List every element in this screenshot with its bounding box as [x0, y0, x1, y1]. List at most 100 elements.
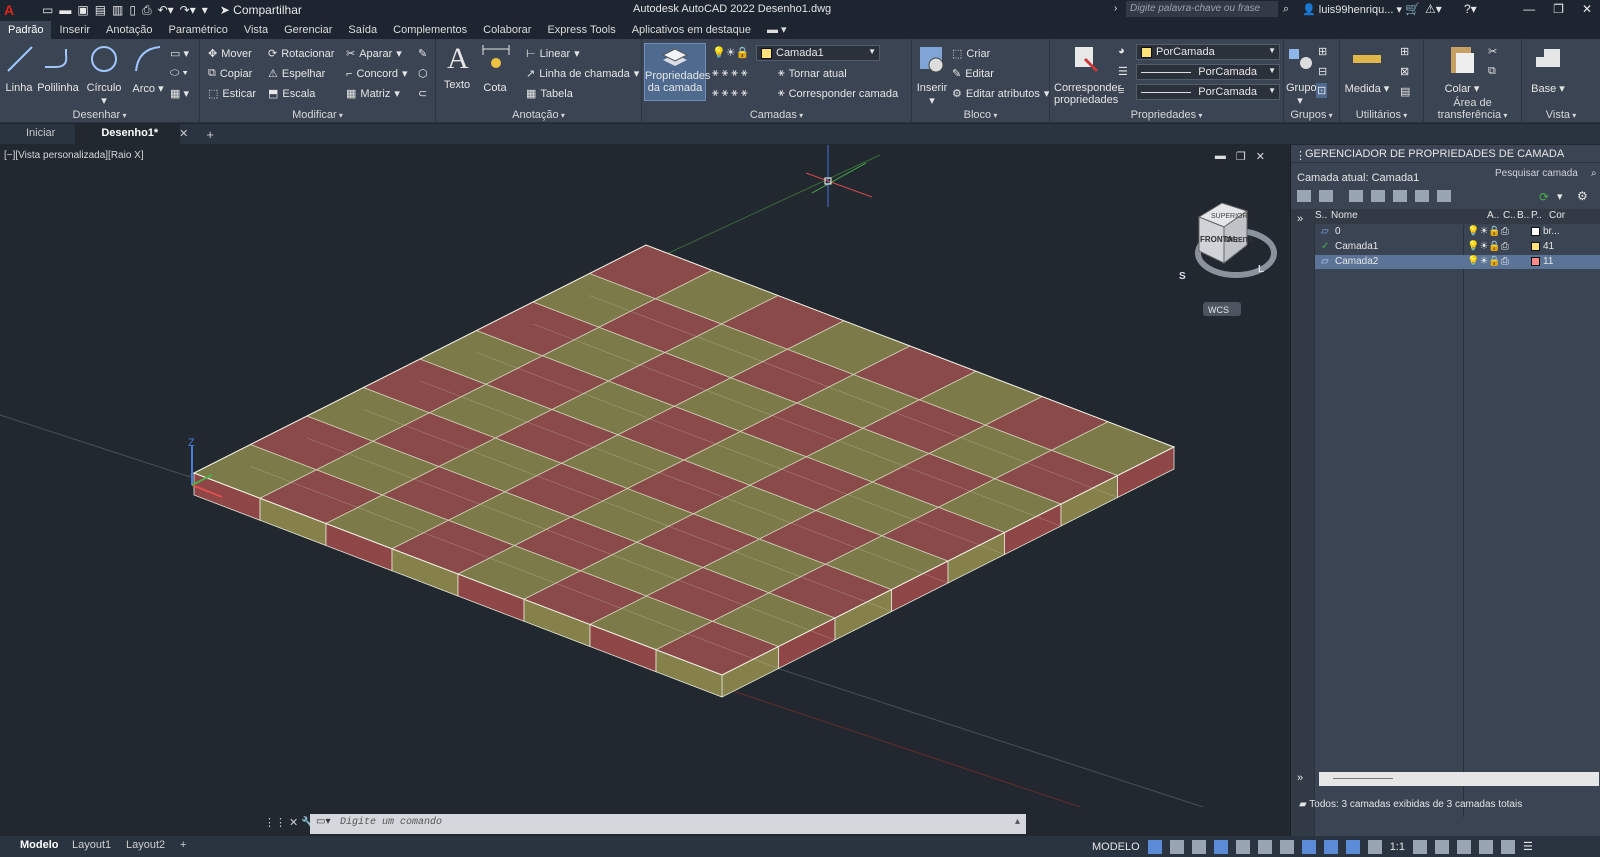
panel-title-modificar[interactable]: Modificar — [200, 109, 435, 121]
propriedades-camada-button[interactable]: Propriedades da camada — [644, 43, 710, 101]
save-icon[interactable]: ▣ — [77, 3, 88, 17]
filter-tree-pane[interactable]: » — [1291, 209, 1315, 839]
qa-menu-icon[interactable]: ▾ — [202, 3, 208, 17]
undo-icon[interactable]: ↶▾ — [158, 3, 174, 17]
tab-complementos[interactable]: Complementos — [385, 21, 475, 39]
new-tab-icon[interactable]: + — [206, 127, 214, 142]
col-cor[interactable]: Cor — [1549, 210, 1565, 221]
inserir-button[interactable]: Inserir ▾ — [914, 43, 950, 107]
layer-row[interactable]: ▱ 0 💡☀🔒⎙ br... — [1315, 225, 1600, 239]
layer-color-swatch[interactable] — [1531, 242, 1540, 251]
layer-tools-row1[interactable]: ⚹ ⚹ ⚹ ⚹ — [712, 67, 748, 80]
clean-screen-icon[interactable] — [1500, 839, 1515, 854]
tabela-button[interactable]: ▦ Tabela — [526, 87, 573, 101]
linetype-icon[interactable]: ☰ — [1118, 65, 1128, 78]
base-button[interactable]: Base ▾ — [1530, 43, 1566, 95]
group-filter-icon[interactable] — [1319, 190, 1333, 202]
linetype-dropdown[interactable]: PorCamada ▼ — [1136, 64, 1280, 80]
search-arrow-icon[interactable]: › — [1114, 3, 1117, 14]
restore-icon[interactable]: ❐ — [1553, 2, 1564, 16]
panel-title-propriedades[interactable]: Propriedades — [1050, 109, 1283, 121]
tab-express-tools[interactable]: Express Tools — [539, 21, 623, 39]
user-account[interactable]: 👤 luis99henriqu... ▾ — [1302, 3, 1402, 16]
texto-button[interactable]: A Texto — [442, 43, 472, 92]
search-icon[interactable]: ⌕ — [1591, 168, 1597, 179]
tab-iniciar[interactable]: Iniciar — [0, 124, 75, 144]
annotation-scale[interactable]: 1:1 — [1390, 841, 1405, 853]
explode-icon[interactable]: ⬡ — [418, 67, 428, 80]
new-filter-icon[interactable] — [1297, 190, 1311, 202]
horizontal-scrollbar[interactable] — [1319, 772, 1599, 786]
panel-title-utilitarios[interactable]: Utilitários — [1340, 109, 1423, 121]
layer-icons[interactable]: 💡☀🔒⎙ — [1467, 241, 1509, 252]
rotacionar-button[interactable]: ⟳ Rotacionar — [268, 47, 334, 61]
autocad-logo-icon[interactable]: A — [4, 2, 22, 18]
web-mobile-icon[interactable]: ▯ — [129, 3, 136, 17]
redo-icon[interactable]: ↷▾ — [180, 3, 196, 17]
escala-button[interactable]: ⬒ Escala — [268, 87, 315, 101]
tile-grid[interactable] — [192, 244, 1176, 698]
close-tab-icon[interactable]: ✕ — [179, 127, 188, 140]
calculator-icon[interactable]: ▤ — [1400, 85, 1410, 98]
layer-settings-icon-1[interactable]: ▾ — [1557, 190, 1563, 203]
open-icon[interactable]: ▬ — [59, 3, 71, 17]
viewport-close-icon[interactable]: ✕ — [1256, 150, 1265, 163]
select-all-icon[interactable]: ⊠ — [1400, 65, 1409, 78]
tab-desenho1[interactable]: Desenho1* ✕ — [75, 124, 188, 144]
quick-select-icon[interactable]: ⊞ — [1400, 45, 1409, 58]
tab-aplicativos[interactable]: Aplicativos em destaque — [624, 21, 759, 39]
close-icon[interactable]: ✕ — [1582, 2, 1592, 16]
new-layer-icon[interactable] — [1371, 190, 1385, 202]
copy-clip-icon[interactable]: ⧉ — [1488, 65, 1496, 78]
grid-icon[interactable] — [1147, 839, 1162, 854]
publish-icon[interactable]: ▥ — [112, 3, 123, 17]
corresponder-camada-button[interactable]: ⚹ Corresponder camada — [778, 87, 898, 100]
command-history-icon[interactable]: ▴ — [1015, 816, 1020, 828]
drag-handle-icon[interactable]: ⋮ — [1295, 149, 1306, 162]
tab-vista[interactable]: Vista — [236, 21, 276, 39]
panel-title-vista[interactable]: Vista — [1522, 109, 1600, 121]
copiar-button[interactable]: ⧉ Copiar — [208, 67, 252, 80]
tab-inserir[interactable]: Inserir — [51, 21, 98, 39]
gradient-icon[interactable]: ▦ ▾ — [170, 87, 189, 100]
panel-title-grupos[interactable]: Grupos — [1284, 109, 1339, 121]
annotation-monitor-icon[interactable] — [1434, 839, 1449, 854]
matriz-button[interactable]: ▦ Matriz ▾ — [346, 87, 400, 101]
col-acesa[interactable]: A.. — [1487, 210, 1499, 221]
ungroup-icon[interactable]: ⊞ — [1318, 45, 1327, 58]
layer-states-icon[interactable] — [1349, 190, 1363, 202]
aparar-button[interactable]: ✂ Aparar ▾ — [346, 47, 402, 61]
osnap-icon[interactable] — [1323, 839, 1338, 854]
col-nome[interactable]: Nome — [1331, 210, 1358, 221]
tab-layout1[interactable]: Layout1 — [72, 839, 111, 851]
layer-panel-header[interactable]: ⋮ GERENCIADOR DE PROPRIEDADES DE CAMADA — [1291, 145, 1600, 163]
layer-state-icons[interactable]: 💡☀🔒 — [712, 46, 749, 59]
layer-icons[interactable]: 💡☀🔒⎙ — [1467, 226, 1509, 237]
layer-color-swatch[interactable] — [1531, 227, 1540, 236]
layer-row[interactable]: ✓ Camada1 💡☀🔒⎙ 41 — [1315, 240, 1600, 254]
hatch-icon[interactable]: ⬭ ▾ — [170, 67, 188, 80]
minimize-icon[interactable]: — — [1523, 2, 1535, 16]
tab-parametrico[interactable]: Paramétrico — [161, 21, 236, 39]
medida-button[interactable]: Medida ▾ — [1344, 43, 1390, 95]
editar-button[interactable]: ✎ Editar — [952, 67, 994, 81]
layer-color-swatch[interactable] — [1531, 257, 1540, 266]
erase-icon[interactable]: ✎ — [418, 47, 427, 60]
cut-icon[interactable]: ✂ — [1488, 45, 1497, 58]
tab-saida[interactable]: Saída — [340, 21, 385, 39]
units-icon[interactable] — [1456, 839, 1471, 854]
panel-title-bloco[interactable]: Bloco — [912, 109, 1049, 121]
panel-title-anotacao[interactable]: Anotação — [436, 109, 641, 121]
layer-search-input[interactable]: Pesquisar camada — [1495, 168, 1591, 182]
panel-title-area-transferencia[interactable]: Área de transferência — [1424, 97, 1521, 121]
tab-anotacao[interactable]: Anotação — [98, 21, 160, 39]
help-icon[interactable]: ?▾ — [1464, 2, 1477, 16]
lineweight-icon[interactable]: ≡ — [1118, 85, 1124, 97]
customization-menu-icon[interactable]: ☰ — [1523, 840, 1533, 853]
share-button[interactable]: ➤ Compartilhar — [220, 3, 302, 17]
help-search-input[interactable]: Digite palavra-chave ou frase — [1126, 1, 1278, 17]
polar-icon[interactable] — [1257, 839, 1272, 854]
lineweight-dropdown[interactable]: PorCamada ▼ — [1136, 84, 1280, 100]
autodesk-app-icon[interactable]: ⚠▾ — [1425, 2, 1442, 16]
viewport-minimize-icon[interactable]: ▬ — [1215, 150, 1226, 163]
